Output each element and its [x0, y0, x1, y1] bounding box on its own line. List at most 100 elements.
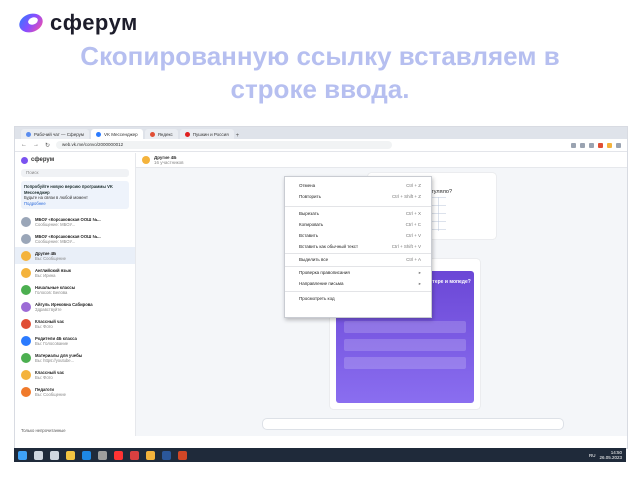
- tab-label: Пушкин и Россия: [192, 131, 229, 137]
- tab-favicon-icon: [26, 131, 31, 137]
- search-icon[interactable]: [34, 450, 43, 460]
- chat-list-item[interactable]: Педагоги Вы: Сообщение: [15, 383, 135, 400]
- tab-strip: Рабочий чат — Сферум VK Мессенджер Яндек…: [15, 127, 627, 139]
- context-menu-item[interactable]: Проверка правописания ▸: [299, 270, 421, 276]
- conversation-header: Другие 4Б 16 участников: [136, 153, 627, 168]
- chat-list-item[interactable]: Начальные классы Голосов: Белова: [15, 281, 135, 298]
- chat-sidebar: сферум Поиск Попробуйте новую версию про…: [15, 153, 136, 436]
- context-menu-item[interactable]: Выделить все Ctrl + A: [299, 257, 421, 262]
- context-menu-item[interactable]: Вставить как обычный текст Ctrl + Shift +…: [299, 244, 421, 249]
- youtube-icon: [184, 131, 190, 137]
- chat-list-item[interactable]: Английский язык Вы: Ирина: [15, 264, 135, 281]
- address-input[interactable]: web.vk.me/convo/2000000012: [56, 141, 393, 149]
- poll-option[interactable]: [344, 339, 466, 351]
- chrome-icon[interactable]: [98, 450, 107, 460]
- menu-item-label: Выделить все: [299, 257, 329, 262]
- edge-icon[interactable]: [82, 450, 91, 460]
- context-menu-item[interactable]: Копировать Ctrl + C: [299, 222, 421, 227]
- chat-preview: Голосов: Белова: [35, 289, 68, 295]
- unread-filter[interactable]: Только непрочитанные: [15, 428, 141, 436]
- context-menu-item[interactable]: Вырезать Ctrl + X: [299, 211, 421, 216]
- menu-item-shortcut: Ctrl + Shift + Z: [391, 194, 421, 199]
- context-menu-item[interactable]: Просмотреть код: [299, 296, 421, 301]
- windows-taskbar: RU 14:50 26.05.2023: [14, 448, 626, 462]
- promo-link[interactable]: Подробнее: [24, 201, 126, 207]
- extension-icon[interactable]: [598, 142, 603, 148]
- yandex-icon[interactable]: [114, 450, 123, 460]
- tab-favicon-icon: [149, 131, 155, 137]
- windows-start-icon[interactable]: [18, 450, 27, 460]
- context-menu-item[interactable]: Направление письма ▸: [299, 281, 421, 287]
- menu-separator: [285, 266, 431, 267]
- menu-item-label: Вставить: [299, 233, 319, 238]
- profile-icon[interactable]: [616, 142, 621, 148]
- menu-item-label: Вырезать: [299, 211, 320, 216]
- chat-preview: Сообщение: МБОУ...: [35, 221, 76, 227]
- chat-list-item[interactable]: Классный час Вы: Фото: [15, 366, 135, 383]
- chat-name: МБОУ «Корсаковская ООШ №...: [35, 233, 101, 239]
- menu-item-label: Повторить: [299, 194, 321, 199]
- chat-list-item[interactable]: Другие 4Б Вы: Сообщение: [15, 247, 135, 264]
- tab-label: VK Мессенджер: [103, 131, 138, 137]
- task-view-icon[interactable]: [50, 450, 59, 460]
- app-icon[interactable]: [146, 450, 155, 460]
- heading-line-1: Скопированную ссылку вставляем в: [80, 41, 560, 71]
- address-bar-row: ← → ↻ web.vk.me/convo/2000000012: [15, 139, 627, 152]
- context-menu-item[interactable]: Вставить Ctrl + V: [299, 233, 421, 238]
- chat-list-item[interactable]: Родители 4Б класса Вы: Голосование: [15, 332, 135, 349]
- extension-icon[interactable]: [589, 142, 594, 148]
- chat-list-item[interactable]: Материалы для учебы Вы: https://youtube..…: [15, 349, 135, 366]
- chat-name: Материалы для учебы: [35, 352, 83, 358]
- browser-tab[interactable]: Яндекс: [144, 129, 178, 139]
- menu-item-label: Вставить как обычный текст: [299, 244, 359, 249]
- poll-option[interactable]: [344, 357, 466, 369]
- promo-banner[interactable]: Попробуйте новую версию программы VK Мес…: [21, 181, 129, 209]
- chat-preview: Сообщение: МБОУ...: [35, 238, 76, 244]
- new-tab-button[interactable]: +: [236, 133, 240, 139]
- clock-date: 26.05.2023: [599, 455, 622, 460]
- context-menu-item[interactable]: Повторить Ctrl + Shift + Z: [299, 194, 421, 199]
- chat-preview: Вы: https://youtube...: [35, 357, 75, 363]
- context-menu-item[interactable]: Отмена Ctrl + Z: [299, 183, 421, 188]
- app-icon[interactable]: [130, 450, 139, 460]
- chat-avatar: [21, 250, 31, 261]
- chat-avatar: [21, 369, 31, 380]
- menu-item-label: Отмена: [299, 183, 316, 188]
- message-input[interactable]: [262, 418, 564, 430]
- file-explorer-icon[interactable]: [66, 450, 75, 460]
- browser-tab[interactable]: Рабочий чат — Сферум: [21, 129, 89, 139]
- chat-name: Классный час: [35, 369, 65, 375]
- poll-option[interactable]: [344, 321, 466, 333]
- system-tray: RU 14:50 26.05.2023: [589, 450, 626, 460]
- context-menu: Отмена Ctrl + Z Повторить Ctrl + Shift + Z В…: [284, 176, 432, 318]
- chat-list-item[interactable]: МБОУ «Корсаковская ООШ №... Сообщение: МБ…: [15, 230, 135, 247]
- chat-list-item[interactable]: МБОУ «Корсаковская ООШ №... Сообщение: МБ…: [15, 213, 135, 230]
- browser-tab[interactable]: Пушкин и Россия: [179, 129, 234, 139]
- chat-avatar: [21, 301, 31, 312]
- language-indicator[interactable]: RU: [589, 453, 596, 458]
- clock[interactable]: 14:50 26.05.2023: [599, 450, 622, 460]
- chat-preview: Вы: Голосование: [35, 340, 69, 346]
- chat-avatar: [21, 318, 31, 329]
- chat-preview: Вы: Сообщение: [35, 255, 66, 261]
- chat-avatar: [21, 284, 31, 295]
- chat-list-item[interactable]: Айгуль Ирековна Сабирова Здравствуйте: [15, 298, 135, 315]
- extension-icon[interactable]: [571, 142, 576, 148]
- powerpoint-icon[interactable]: [178, 450, 187, 460]
- extension-icon[interactable]: [580, 142, 585, 148]
- search-input[interactable]: Поиск: [21, 169, 129, 177]
- browser-tab-active[interactable]: VK Мессенджер: [90, 129, 143, 139]
- word-icon[interactable]: [162, 450, 171, 460]
- sidebar-brand: сферум: [31, 157, 55, 163]
- forward-icon[interactable]: →: [33, 142, 39, 148]
- extension-icon[interactable]: [607, 142, 612, 148]
- slide-heading: Скопированную ссылку вставляем в строке …: [0, 40, 640, 106]
- reload-icon[interactable]: ↻: [45, 142, 50, 149]
- chat-list-item[interactable]: Классный час Вы: Фото: [15, 315, 135, 332]
- tab-favicon-icon: [95, 131, 101, 137]
- menu-separator: [285, 206, 431, 207]
- chat-name: Родители 4Б класса: [35, 335, 77, 341]
- chat-avatar: [21, 216, 31, 227]
- menu-item-shortcut: Ctrl + Shift + V: [391, 244, 421, 249]
- back-icon[interactable]: ←: [21, 142, 27, 148]
